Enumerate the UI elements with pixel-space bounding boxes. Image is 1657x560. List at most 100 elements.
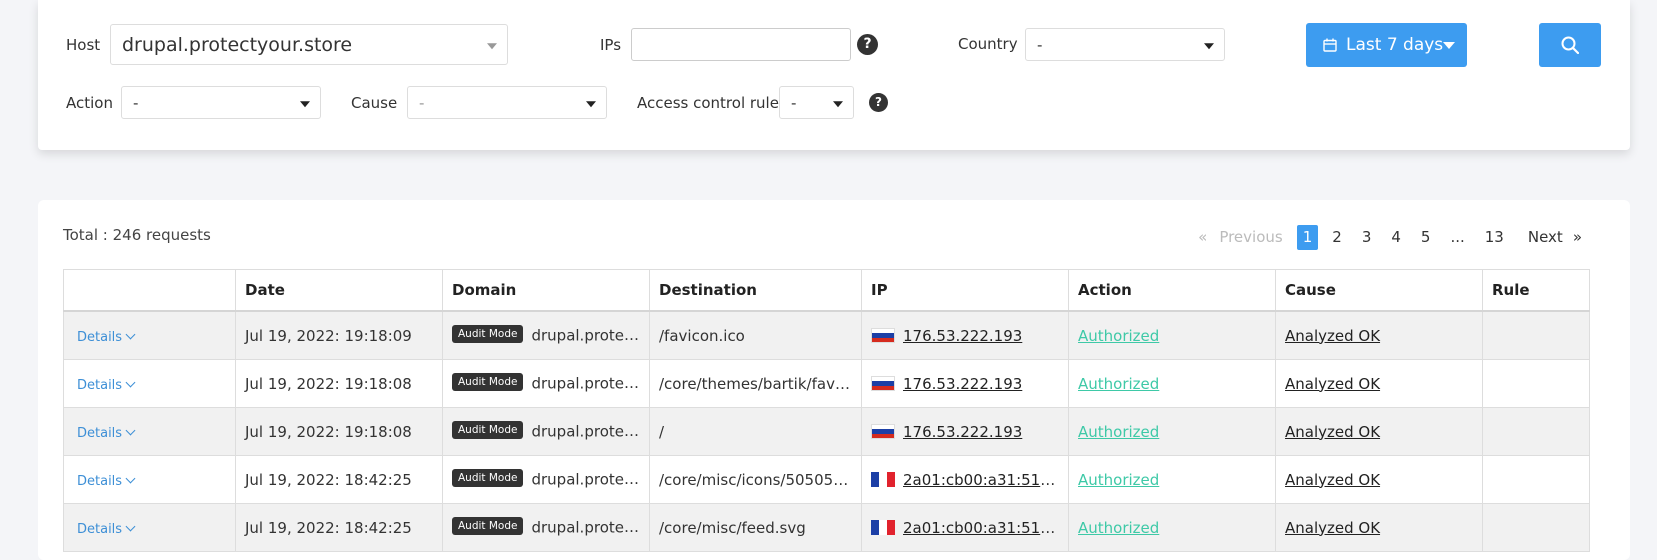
ip-link[interactable]: 176.53.222.193 <box>903 423 1022 441</box>
details-link[interactable]: Details <box>73 330 122 345</box>
ip-link[interactable]: 176.53.222.193 <box>903 327 1022 345</box>
destination-cell: /favicon.ico <box>649 310 862 360</box>
cause-link[interactable]: Analyzed OK <box>1285 471 1380 489</box>
results-panel: Total : 246 requests « Previous 1 2 3 4 … <box>38 200 1630 560</box>
audit-mode-badge: Audit Mode <box>452 372 524 391</box>
column-header-domain[interactable]: Domain <box>442 269 650 312</box>
action-cell: Authorized <box>1068 455 1276 504</box>
cause-link[interactable]: Analyzed OK <box>1285 519 1380 537</box>
column-header-cause[interactable]: Cause <box>1275 269 1483 312</box>
pagination: « Previous 1 2 3 4 5 ... 13 Next » <box>1188 225 1592 250</box>
chevron-down-icon <box>300 100 310 107</box>
cause-cell: Analyzed OK <box>1275 455 1483 504</box>
domain-cell: Audit Mode drupal.protectyour.store <box>442 503 650 552</box>
column-header-rule[interactable]: Rule <box>1482 269 1590 312</box>
column-header-ip[interactable]: IP <box>861 269 1069 312</box>
total-requests: Total : 246 requests <box>63 226 211 244</box>
cause-cell: Analyzed OK <box>1275 310 1483 360</box>
cause-select[interactable]: - <box>407 86 607 119</box>
previous-arrow-icon: « <box>1198 228 1208 246</box>
action-value: - <box>133 93 139 112</box>
action-link[interactable]: Authorized <box>1078 375 1159 393</box>
table-row: Details Jul 19, 2022: 19:18:08 Audit Mod… <box>63 407 1590 456</box>
country-value: - <box>1037 35 1043 54</box>
next-arrow-icon: » <box>1572 228 1582 246</box>
chevron-down-icon <box>125 425 136 435</box>
table-row: Details Jul 19, 2022: 19:18:09 Audit Mod… <box>63 310 1590 360</box>
details-link[interactable]: Details <box>73 378 122 393</box>
country-label: Country <box>958 35 1018 53</box>
access-control-rule-help-icon[interactable]: ? <box>869 93 888 112</box>
flag-france-icon <box>871 519 895 535</box>
cause-value: - <box>419 93 425 112</box>
host-label: Host <box>66 36 101 54</box>
pagination-page-4[interactable]: 4 <box>1385 225 1407 250</box>
pagination-page-3[interactable]: 3 <box>1356 225 1378 250</box>
host-select[interactable]: drupal.protectyour.store <box>110 24 508 65</box>
search-button[interactable] <box>1539 23 1601 67</box>
caret-down-icon <box>1443 42 1455 49</box>
domain-cell: Audit Mode drupal.protectyour.store <box>442 359 650 408</box>
cause-link[interactable]: Analyzed OK <box>1285 423 1380 441</box>
chevron-down-icon <box>125 377 136 387</box>
ip-cell: 2a01:cb00:a31:5100:... <box>861 455 1069 504</box>
ips-help-icon[interactable]: ? <box>857 34 878 55</box>
pagination-next[interactable]: Next <box>1522 225 1569 250</box>
rule-cell <box>1482 407 1590 456</box>
ip-link[interactable]: 176.53.222.193 <box>903 375 1022 393</box>
pagination-page-5[interactable]: 5 <box>1415 225 1437 250</box>
access-control-rule-select[interactable]: - <box>779 86 854 119</box>
action-link[interactable]: Authorized <box>1078 423 1159 441</box>
cause-link[interactable]: Analyzed OK <box>1285 327 1380 345</box>
date-range-button[interactable]: Last 7 days <box>1306 23 1467 67</box>
flag-russia-icon <box>871 375 895 391</box>
flag-russia-icon <box>871 327 895 343</box>
column-header-destination[interactable]: Destination <box>649 269 862 312</box>
pagination-page-13[interactable]: 13 <box>1479 225 1510 250</box>
country-select[interactable]: - <box>1025 28 1225 61</box>
chevron-down-icon <box>125 329 136 339</box>
details-cell[interactable]: Details <box>63 359 236 408</box>
pagination-previous[interactable]: Previous <box>1213 225 1288 250</box>
pagination-page-1[interactable]: 1 <box>1296 225 1319 250</box>
ips-input[interactable] <box>631 28 851 61</box>
pagination-page-2[interactable]: 2 <box>1326 225 1348 250</box>
action-cell: Authorized <box>1068 359 1276 408</box>
ip-link[interactable]: 2a01:cb00:a31:5100:... <box>903 519 1068 537</box>
table-header-row: Date Domain Destination IP Action Cause … <box>63 269 1590 312</box>
rule-cell <box>1482 310 1590 360</box>
ip-cell: 176.53.222.193 <box>861 359 1069 408</box>
action-cell: Authorized <box>1068 310 1276 360</box>
requests-table: Date Domain Destination IP Action Cause … <box>63 269 1590 552</box>
details-cell[interactable]: Details <box>63 407 236 456</box>
action-link[interactable]: Authorized <box>1078 327 1159 345</box>
action-select[interactable]: - <box>121 86 321 119</box>
details-link[interactable]: Details <box>73 426 122 441</box>
flag-france-icon <box>871 471 895 487</box>
calendar-icon <box>1323 38 1337 52</box>
domain-cell: Audit Mode drupal.protectyour.store <box>442 455 650 504</box>
chevron-down-icon <box>833 100 843 107</box>
details-cell[interactable]: Details <box>63 503 236 552</box>
cause-link[interactable]: Analyzed OK <box>1285 375 1380 393</box>
column-header-action[interactable]: Action <box>1068 269 1276 312</box>
ip-link[interactable]: 2a01:cb00:a31:5100:... <box>903 471 1068 489</box>
action-link[interactable]: Authorized <box>1078 471 1159 489</box>
host-value: drupal.protectyour.store <box>122 33 353 56</box>
chevron-down-icon <box>125 521 136 531</box>
search-icon <box>1561 36 1579 54</box>
cause-label: Cause <box>351 94 398 112</box>
action-cell: Authorized <box>1068 407 1276 456</box>
details-cell[interactable]: Details <box>63 310 236 360</box>
date-cell: Jul 19, 2022: 19:18:08 <box>235 407 443 456</box>
table-row: Details Jul 19, 2022: 19:18:08 Audit Mod… <box>63 359 1590 408</box>
ips-label: IPs <box>600 36 622 54</box>
details-link[interactable]: Details <box>73 474 122 489</box>
details-cell[interactable]: Details <box>63 455 236 504</box>
cause-cell: Analyzed OK <box>1275 503 1483 552</box>
column-header-date[interactable]: Date <box>235 269 443 312</box>
audit-mode-badge: Audit Mode <box>452 420 524 439</box>
domain-text: drupal.protectyour.store <box>531 326 648 345</box>
details-link[interactable]: Details <box>73 522 122 537</box>
action-link[interactable]: Authorized <box>1078 519 1159 537</box>
